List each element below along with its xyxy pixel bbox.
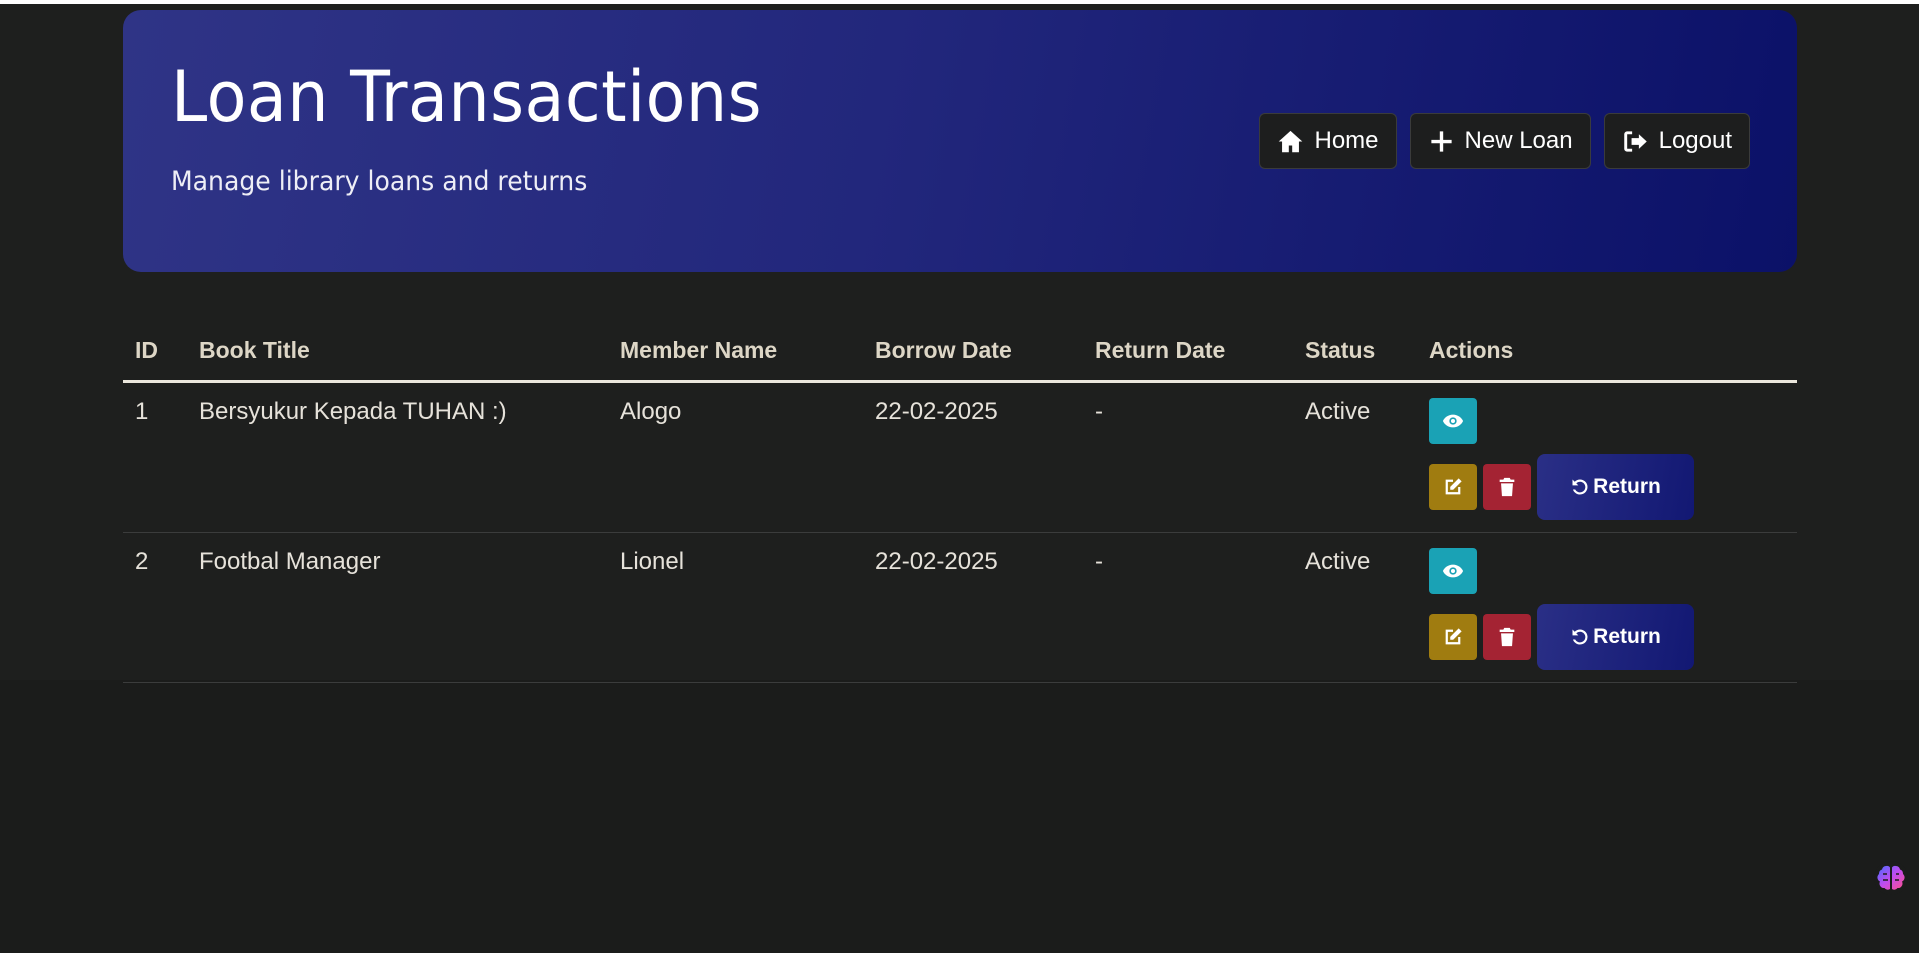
cell-borrow-date: 22-02-2025 <box>863 381 1083 533</box>
column-header-actions: Actions <box>1417 322 1797 383</box>
cell-member-name: Alogo <box>608 381 863 533</box>
cell-member-name: Lionel <box>608 532 863 683</box>
logout-button-label: Logout <box>1658 127 1732 154</box>
table-row: 1 Bersyukur Kepada TUHAN :) Alogo 22-02-… <box>123 381 1797 533</box>
column-header-member-name: Member Name <box>608 322 863 383</box>
logout-button[interactable]: Logout <box>1603 113 1750 169</box>
assistant-brain-button[interactable] <box>1874 861 1908 895</box>
cell-id: 2 <box>123 532 187 683</box>
new-loan-button[interactable]: New Loan <box>1409 113 1591 169</box>
return-button[interactable]: Return <box>1537 454 1694 520</box>
page-container: Loan Transactions Manage library loans a… <box>0 4 1919 683</box>
column-header-borrow-date: Borrow Date <box>863 322 1083 383</box>
delete-button[interactable] <box>1483 464 1531 510</box>
page-subtitle: Manage library loans and returns <box>171 166 588 197</box>
undo-icon <box>1572 479 1588 495</box>
loans-table: ID Book Title Member Name Borrow Date Re… <box>123 322 1797 683</box>
cell-status: Active <box>1293 532 1417 683</box>
eye-icon <box>1442 414 1464 428</box>
return-button-label: Return <box>1593 625 1661 648</box>
undo-icon <box>1572 629 1588 645</box>
trash-icon <box>1499 477 1515 497</box>
delete-button[interactable] <box>1483 614 1531 660</box>
edit-icon <box>1445 628 1462 645</box>
trash-icon <box>1499 627 1515 647</box>
cell-status: Active <box>1293 381 1417 533</box>
cell-book-title: Footbal Manager <box>187 532 608 683</box>
edit-icon <box>1445 478 1462 495</box>
home-button-label: Home <box>1314 127 1379 154</box>
cell-actions: Return <box>1417 532 1797 683</box>
return-button-label: Return <box>1593 475 1661 498</box>
brain-icon <box>1877 865 1905 890</box>
header-nav: Home New Loan Logout <box>1259 113 1750 169</box>
edit-button[interactable] <box>1429 464 1477 510</box>
cell-book-title: Bersyukur Kepada TUHAN :) <box>187 381 608 533</box>
page-title: Loan Transactions <box>171 56 763 138</box>
table-row: 2 Footbal Manager Lionel 22-02-2025 - Ac… <box>123 532 1797 683</box>
new-loan-button-label: New Loan <box>1464 127 1573 154</box>
column-header-book-title: Book Title <box>187 322 608 383</box>
table-header-row: ID Book Title Member Name Borrow Date Re… <box>123 322 1797 383</box>
cell-id: 1 <box>123 381 187 533</box>
home-button[interactable]: Home <box>1259 113 1397 169</box>
view-button[interactable] <box>1429 398 1477 444</box>
home-icon <box>1279 130 1303 152</box>
page-header: Loan Transactions Manage library loans a… <box>123 10 1797 272</box>
cell-return-date: - <box>1083 532 1293 683</box>
column-header-status: Status <box>1293 322 1417 383</box>
column-header-id: ID <box>123 322 187 383</box>
edit-button[interactable] <box>1429 614 1477 660</box>
cell-actions: Return <box>1417 381 1797 533</box>
cell-borrow-date: 22-02-2025 <box>863 532 1083 683</box>
logout-icon <box>1623 130 1647 152</box>
view-button[interactable] <box>1429 548 1477 594</box>
column-header-return-date: Return Date <box>1083 322 1293 383</box>
cell-return-date: - <box>1083 381 1293 533</box>
return-button[interactable]: Return <box>1537 604 1694 670</box>
eye-icon <box>1442 564 1464 578</box>
plus-icon <box>1430 130 1452 152</box>
